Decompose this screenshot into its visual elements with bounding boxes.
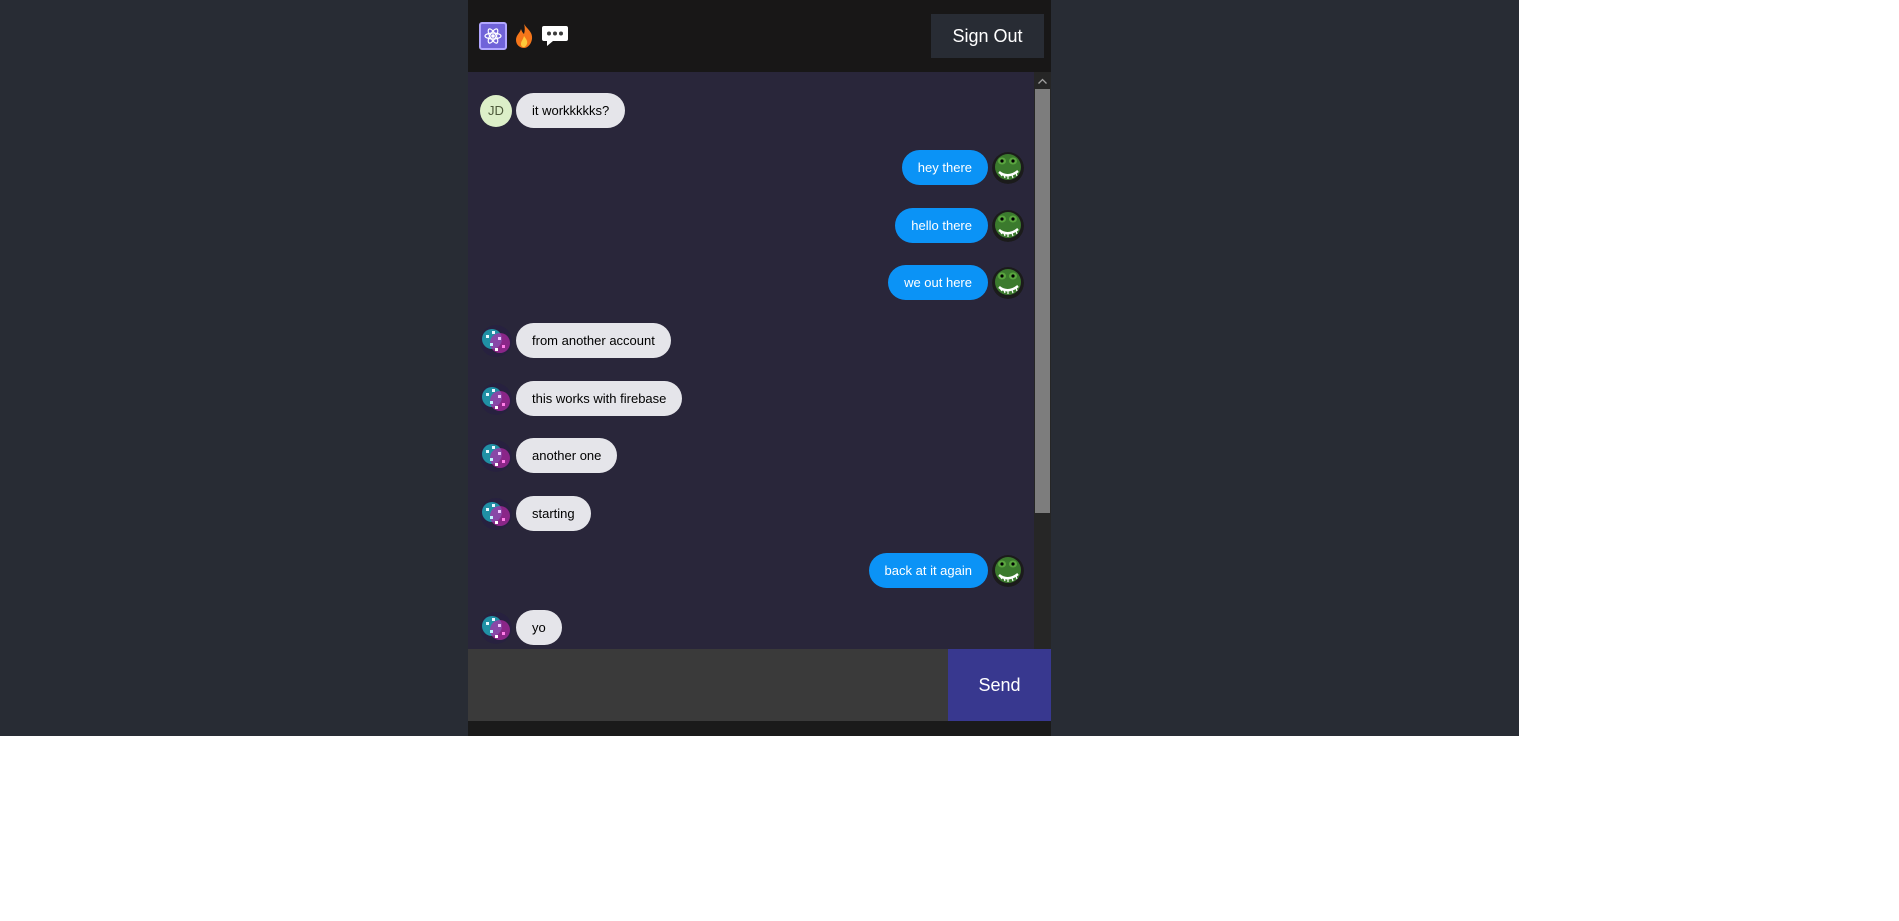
message-sent: back at it again <box>868 553 1024 588</box>
chat-bubble-icon <box>541 22 569 50</box>
message-text: from another account <box>516 323 671 358</box>
avatar: JD <box>480 94 512 127</box>
message-text: back at it again <box>868 553 988 588</box>
message-text: another one <box>516 438 618 473</box>
message-input[interactable] <box>468 649 948 721</box>
avatar <box>480 383 512 415</box>
message-text: hey there <box>901 150 988 185</box>
react-icon <box>479 22 507 50</box>
message-text: this works with firebase <box>516 381 683 416</box>
message-received: starting <box>480 496 591 531</box>
message-text: hello there <box>895 208 988 243</box>
message-sent: we out here <box>888 265 1024 300</box>
message-received: from another account <box>480 323 671 358</box>
scrollbar-thumb[interactable] <box>1035 89 1050 513</box>
avatar <box>480 612 512 644</box>
header-icons <box>479 22 569 50</box>
avatar <box>992 210 1024 242</box>
sign-out-button[interactable]: Sign Out <box>931 14 1044 58</box>
chat-app: Sign Out JD it workkkkks? hey there hell… <box>468 0 1051 736</box>
message-received: this works with firebase <box>480 381 683 416</box>
message-text: starting <box>516 496 591 531</box>
avatar <box>480 440 512 472</box>
message-received: yo <box>480 610 562 645</box>
message-list[interactable]: JD it workkkkks? hey there hello there w… <box>468 72 1051 649</box>
fire-icon <box>510 22 538 50</box>
message-text: yo <box>516 610 562 645</box>
send-button[interactable]: Send <box>948 649 1051 721</box>
avatar <box>992 152 1024 184</box>
message-form: Send <box>468 649 1051 721</box>
message-text: it workkkkks? <box>516 93 626 128</box>
scrollbar[interactable] <box>1034 72 1051 649</box>
avatar <box>992 555 1024 587</box>
message-received: JD it workkkkks? <box>480 93 626 128</box>
message-sent: hello there <box>895 208 1024 243</box>
avatar <box>992 267 1024 299</box>
avatar <box>480 325 512 357</box>
page-background: Sign Out JD it workkkkks? hey there hell… <box>0 0 1519 736</box>
message-sent: hey there <box>901 150 1024 185</box>
app-header: Sign Out <box>468 0 1051 72</box>
avatar <box>480 498 512 530</box>
scroll-up-arrow-icon[interactable] <box>1034 72 1051 89</box>
message-text: we out here <box>888 265 988 300</box>
message-received: another one <box>480 438 618 473</box>
